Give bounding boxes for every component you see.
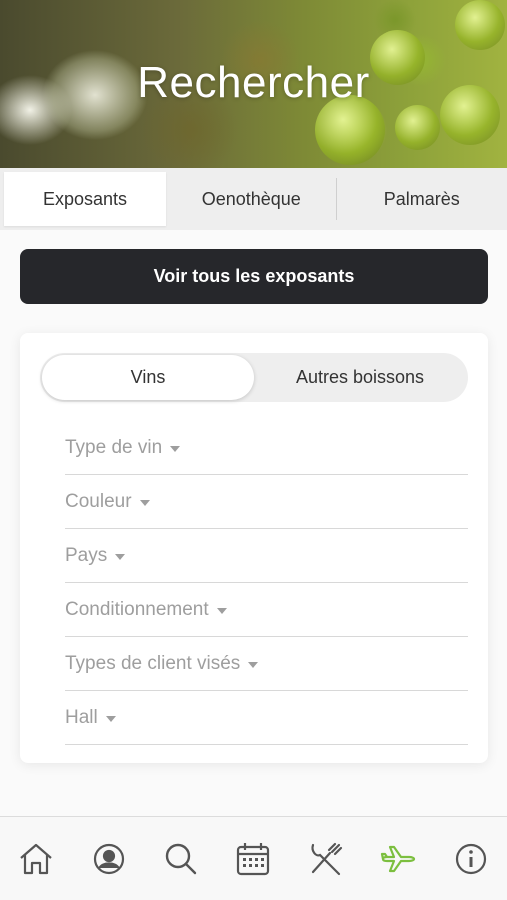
caret-down-icon bbox=[248, 661, 259, 668]
view-all-exhibitors-button[interactable]: Voir tous les exposants bbox=[20, 249, 488, 304]
filter-label: Hall bbox=[65, 706, 98, 728]
filter-hall[interactable]: Hall bbox=[65, 691, 468, 745]
tab-exposants[interactable]: Exposants bbox=[4, 172, 166, 226]
nav-info[interactable] bbox=[451, 839, 491, 879]
home-icon bbox=[20, 843, 52, 875]
nav-home[interactable] bbox=[16, 839, 56, 879]
filter-card: Vins Autres boissons Type de vin Couleur… bbox=[20, 333, 488, 763]
caret-down-icon bbox=[170, 445, 181, 452]
page-title: Rechercher bbox=[137, 58, 370, 107]
filter-pays[interactable]: Pays bbox=[65, 529, 468, 583]
nav-search[interactable] bbox=[161, 839, 201, 879]
bottom-nav bbox=[0, 816, 507, 900]
nav-calendar[interactable] bbox=[233, 839, 273, 879]
tab-bar: Exposants Oenothèque Palmarès bbox=[0, 168, 507, 230]
filter-type-de-vin[interactable]: Type de vin bbox=[65, 421, 468, 475]
tab-oenotheque[interactable]: Oenothèque bbox=[166, 168, 337, 230]
airplane-icon bbox=[381, 845, 416, 873]
profile-icon bbox=[93, 843, 124, 875]
caret-down-icon bbox=[115, 553, 126, 560]
header-banner: Rechercher bbox=[0, 0, 507, 168]
caret-down-icon bbox=[216, 607, 227, 614]
filter-label: Couleur bbox=[65, 490, 132, 512]
caret-down-icon bbox=[139, 499, 150, 506]
filter-label: Conditionnement bbox=[65, 598, 209, 620]
restaurant-icon bbox=[311, 842, 342, 876]
info-icon bbox=[455, 843, 486, 875]
nav-profile[interactable] bbox=[89, 839, 129, 879]
filter-couleur[interactable]: Couleur bbox=[65, 475, 468, 529]
filter-label: Pays bbox=[65, 544, 108, 566]
filter-types-de-client[interactable]: Types de client visés bbox=[65, 637, 468, 691]
nav-travel[interactable] bbox=[378, 839, 418, 879]
calendar-icon bbox=[237, 843, 270, 876]
filter-label: Type de vin bbox=[65, 436, 163, 458]
segment-autres-boissons[interactable]: Autres boissons bbox=[254, 355, 466, 400]
filter-label: Types de client visés bbox=[65, 652, 241, 674]
caret-down-icon bbox=[105, 715, 116, 722]
nav-restaurant[interactable] bbox=[306, 839, 346, 879]
filter-list: Type de vin Couleur Pays Conditionnement… bbox=[65, 421, 468, 745]
filter-conditionnement[interactable]: Conditionnement bbox=[65, 583, 468, 637]
tab-palmares[interactable]: Palmarès bbox=[337, 168, 507, 230]
search-icon bbox=[165, 843, 197, 875]
drink-type-segmented-control: Vins Autres boissons bbox=[40, 353, 468, 402]
segment-vins[interactable]: Vins bbox=[42, 355, 254, 400]
